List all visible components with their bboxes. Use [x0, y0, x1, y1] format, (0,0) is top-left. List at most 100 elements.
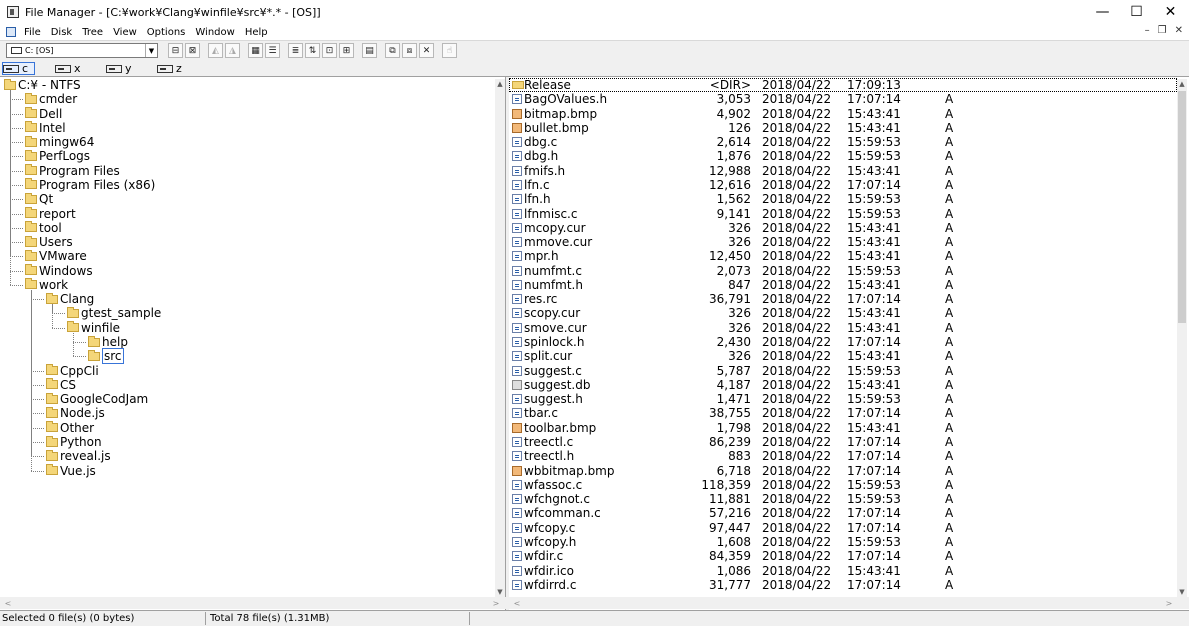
tree-node[interactable]: Program Files (x86) — [25, 178, 155, 192]
files-vertical-scrollbar[interactable]: ▲ ▼ — [1177, 79, 1187, 597]
menu-help[interactable]: Help — [245, 27, 268, 38]
tree-node[interactable]: Users — [25, 235, 73, 249]
tree-node[interactable]: work — [25, 278, 68, 292]
file-row[interactable]: wfchgnot.c 11,881 2018/04/22 15:59:53 A — [509, 492, 1177, 506]
help-button[interactable]: ☝ — [442, 43, 457, 58]
tree-node[interactable]: Dell — [25, 107, 62, 121]
tree-node[interactable]: CS — [46, 378, 76, 392]
file-row[interactable]: wfdirrd.c 31,777 2018/04/22 17:07:14 A — [509, 578, 1177, 592]
drive-tab-y[interactable]: y — [106, 62, 132, 75]
file-row[interactable]: bullet.bmp 126 2018/04/22 15:43:41 A — [509, 121, 1177, 135]
file-row[interactable]: toolbar.bmp 1,798 2018/04/22 15:43:41 A — [509, 421, 1177, 435]
tree-node[interactable]: reveal.js — [46, 449, 111, 463]
scroll-right-arrow-icon[interactable]: > — [490, 597, 502, 609]
menu-view[interactable]: View — [113, 27, 137, 38]
scroll-down-arrow-icon[interactable]: ▼ — [495, 587, 505, 597]
file-row[interactable]: suggest.c 5,787 2018/04/22 15:59:53 A — [509, 364, 1177, 378]
file-row[interactable]: wfcomman.c 57,216 2018/04/22 17:07:14 A — [509, 506, 1177, 520]
scroll-up-arrow-icon[interactable]: ▲ — [495, 79, 505, 89]
file-row[interactable]: dbg.h 1,876 2018/04/22 15:59:53 A — [509, 149, 1177, 163]
file-row[interactable]: wfassoc.c 118,359 2018/04/22 15:59:53 A — [509, 478, 1177, 492]
tree-node[interactable]: tool — [25, 221, 62, 235]
drive-tab-x[interactable]: x — [55, 62, 81, 75]
file-row[interactable]: numfmt.h 847 2018/04/22 15:43:41 A — [509, 278, 1177, 292]
large-icons-view-button[interactable]: ▦ — [248, 43, 263, 58]
file-row[interactable]: mcopy.cur 326 2018/04/22 15:43:41 A — [509, 221, 1177, 235]
file-row[interactable]: treectl.c 86,239 2018/04/22 17:07:14 A — [509, 435, 1177, 449]
file-row[interactable]: numfmt.c 2,073 2018/04/22 15:59:53 A — [509, 264, 1177, 278]
maximize-button[interactable]: ☐ — [1119, 0, 1154, 24]
tree-node[interactable]: Clang — [46, 292, 94, 306]
file-row[interactable]: suggest.db 4,187 2018/04/22 15:43:41 A — [509, 378, 1177, 392]
file-row[interactable]: tbar.c 38,755 2018/04/22 17:07:14 A — [509, 406, 1177, 420]
file-row[interactable]: treectl.h 883 2018/04/22 17:07:14 A — [509, 449, 1177, 463]
files-scrollbar-thumb[interactable] — [1178, 91, 1186, 323]
file-row[interactable]: lfn.c 12,616 2018/04/22 17:07:14 A — [509, 178, 1177, 192]
close-button[interactable]: ✕ — [1153, 0, 1188, 24]
tree-node[interactable]: help — [88, 335, 128, 349]
files-horizontal-scrollbar[interactable]: < > — [509, 597, 1189, 609]
stop-sharing-button[interactable]: ◮ — [225, 43, 240, 58]
drive-tab-z[interactable]: z — [157, 62, 182, 75]
scroll-left-arrow-icon[interactable]: < — [511, 597, 523, 609]
mdi-close-button[interactable]: ✕ — [1175, 25, 1183, 36]
tree-node[interactable]: Windows — [25, 264, 93, 278]
scroll-up-arrow-icon[interactable]: ▲ — [1177, 79, 1187, 89]
tree-node[interactable]: CppCli — [46, 364, 99, 378]
file-row[interactable]: smove.cur 326 2018/04/22 15:43:41 A — [509, 321, 1177, 335]
file-row[interactable]: lfnmisc.c 9,141 2018/04/22 15:59:53 A — [509, 207, 1177, 221]
tree-node[interactable]: Program Files — [25, 164, 120, 178]
file-row[interactable]: spinlock.h 2,430 2018/04/22 17:07:14 A — [509, 335, 1177, 349]
file-row[interactable]: split.cur 326 2018/04/22 15:43:41 A — [509, 349, 1177, 363]
minimize-button[interactable]: — — [1085, 0, 1120, 24]
file-list-pane[interactable]: Release <DIR> 2018/04/22 17:09:13 BagOValues… — [509, 77, 1189, 610]
list-view-button[interactable]: ☰ — [265, 43, 280, 58]
tree-node[interactable]: Qt — [25, 192, 53, 206]
tree-node[interactable]: cmder — [25, 92, 77, 106]
tree-node[interactable]: Node.js — [46, 406, 105, 420]
delete-button[interactable]: ✕ — [419, 43, 434, 58]
scroll-down-arrow-icon[interactable]: ▼ — [1177, 587, 1187, 597]
file-row[interactable]: wfcopy.c 97,447 2018/04/22 17:07:14 A — [509, 521, 1177, 535]
menu-options[interactable]: Options — [147, 27, 186, 38]
tree-node[interactable]: VMware — [25, 249, 87, 263]
chevron-down-icon[interactable]: ▼ — [145, 44, 157, 57]
file-row[interactable]: fmifs.h 12,988 2018/04/22 15:43:41 A — [509, 164, 1177, 178]
sort-by-date-button[interactable]: ⊞ — [339, 43, 354, 58]
directory-tree-pane[interactable]: C:¥ - NTFS cmder Dell Intel mingw64 PerfLogs P… — [0, 77, 506, 610]
file-row[interactable]: mpr.h 12,450 2018/04/22 15:43:41 A — [509, 249, 1177, 263]
file-row[interactable]: mmove.cur 326 2018/04/22 15:43:41 A — [509, 235, 1177, 249]
details-view-button[interactable]: ≣ — [288, 43, 303, 58]
file-row[interactable]: scopy.cur 326 2018/04/22 15:43:41 A — [509, 306, 1177, 320]
file-row[interactable]: suggest.h 1,471 2018/04/22 15:59:53 A — [509, 392, 1177, 406]
tree-node[interactable]: PerfLogs — [25, 149, 90, 163]
tree-node[interactable]: gtest_sample — [67, 306, 161, 320]
mdi-system-menu-icon[interactable] — [6, 27, 16, 37]
file-row[interactable]: lfn.h 1,562 2018/04/22 15:59:53 A — [509, 192, 1177, 206]
tree-node[interactable]: Vue.js — [46, 464, 96, 478]
menu-disk[interactable]: Disk — [51, 27, 72, 38]
tree-node[interactable]: Intel — [25, 121, 66, 135]
tree-node[interactable]: report — [25, 207, 76, 221]
scroll-left-arrow-icon[interactable]: < — [2, 597, 14, 609]
tree-node[interactable]: src — [88, 348, 124, 365]
scroll-right-arrow-icon[interactable]: > — [1163, 597, 1175, 609]
tree-horizontal-scrollbar[interactable]: < > — [0, 597, 506, 609]
file-row[interactable]: wfdir.c 84,359 2018/04/22 17:07:14 A — [509, 549, 1177, 563]
new-window-button[interactable]: ▤ — [362, 43, 377, 58]
file-row[interactable]: bitmap.bmp 4,902 2018/04/22 15:43:41 A — [509, 107, 1177, 121]
tree-node[interactable]: winfile — [67, 321, 120, 335]
share-button[interactable]: ◭ — [208, 43, 223, 58]
move-button[interactable]: ⧈ — [402, 43, 417, 58]
drive-tab-c[interactable]: c — [2, 62, 36, 75]
file-row[interactable]: wfcopy.h 1,608 2018/04/22 15:59:53 A — [509, 535, 1177, 549]
tree-vertical-scrollbar[interactable]: ▲ ▼ — [495, 79, 505, 597]
mdi-restore-button[interactable]: ❐ — [1158, 25, 1167, 36]
sort-by-name-button[interactable]: ⇅ — [305, 43, 320, 58]
file-row[interactable]: res.rc 36,791 2018/04/22 17:07:14 A — [509, 292, 1177, 306]
menu-window[interactable]: Window — [195, 27, 234, 38]
menu-file[interactable]: File — [24, 27, 41, 38]
file-manager-app-icon[interactable] — [7, 6, 19, 18]
file-row[interactable]: Release <DIR> 2018/04/22 17:09:13 — [509, 78, 1177, 92]
tree-node[interactable]: Other — [46, 421, 94, 435]
